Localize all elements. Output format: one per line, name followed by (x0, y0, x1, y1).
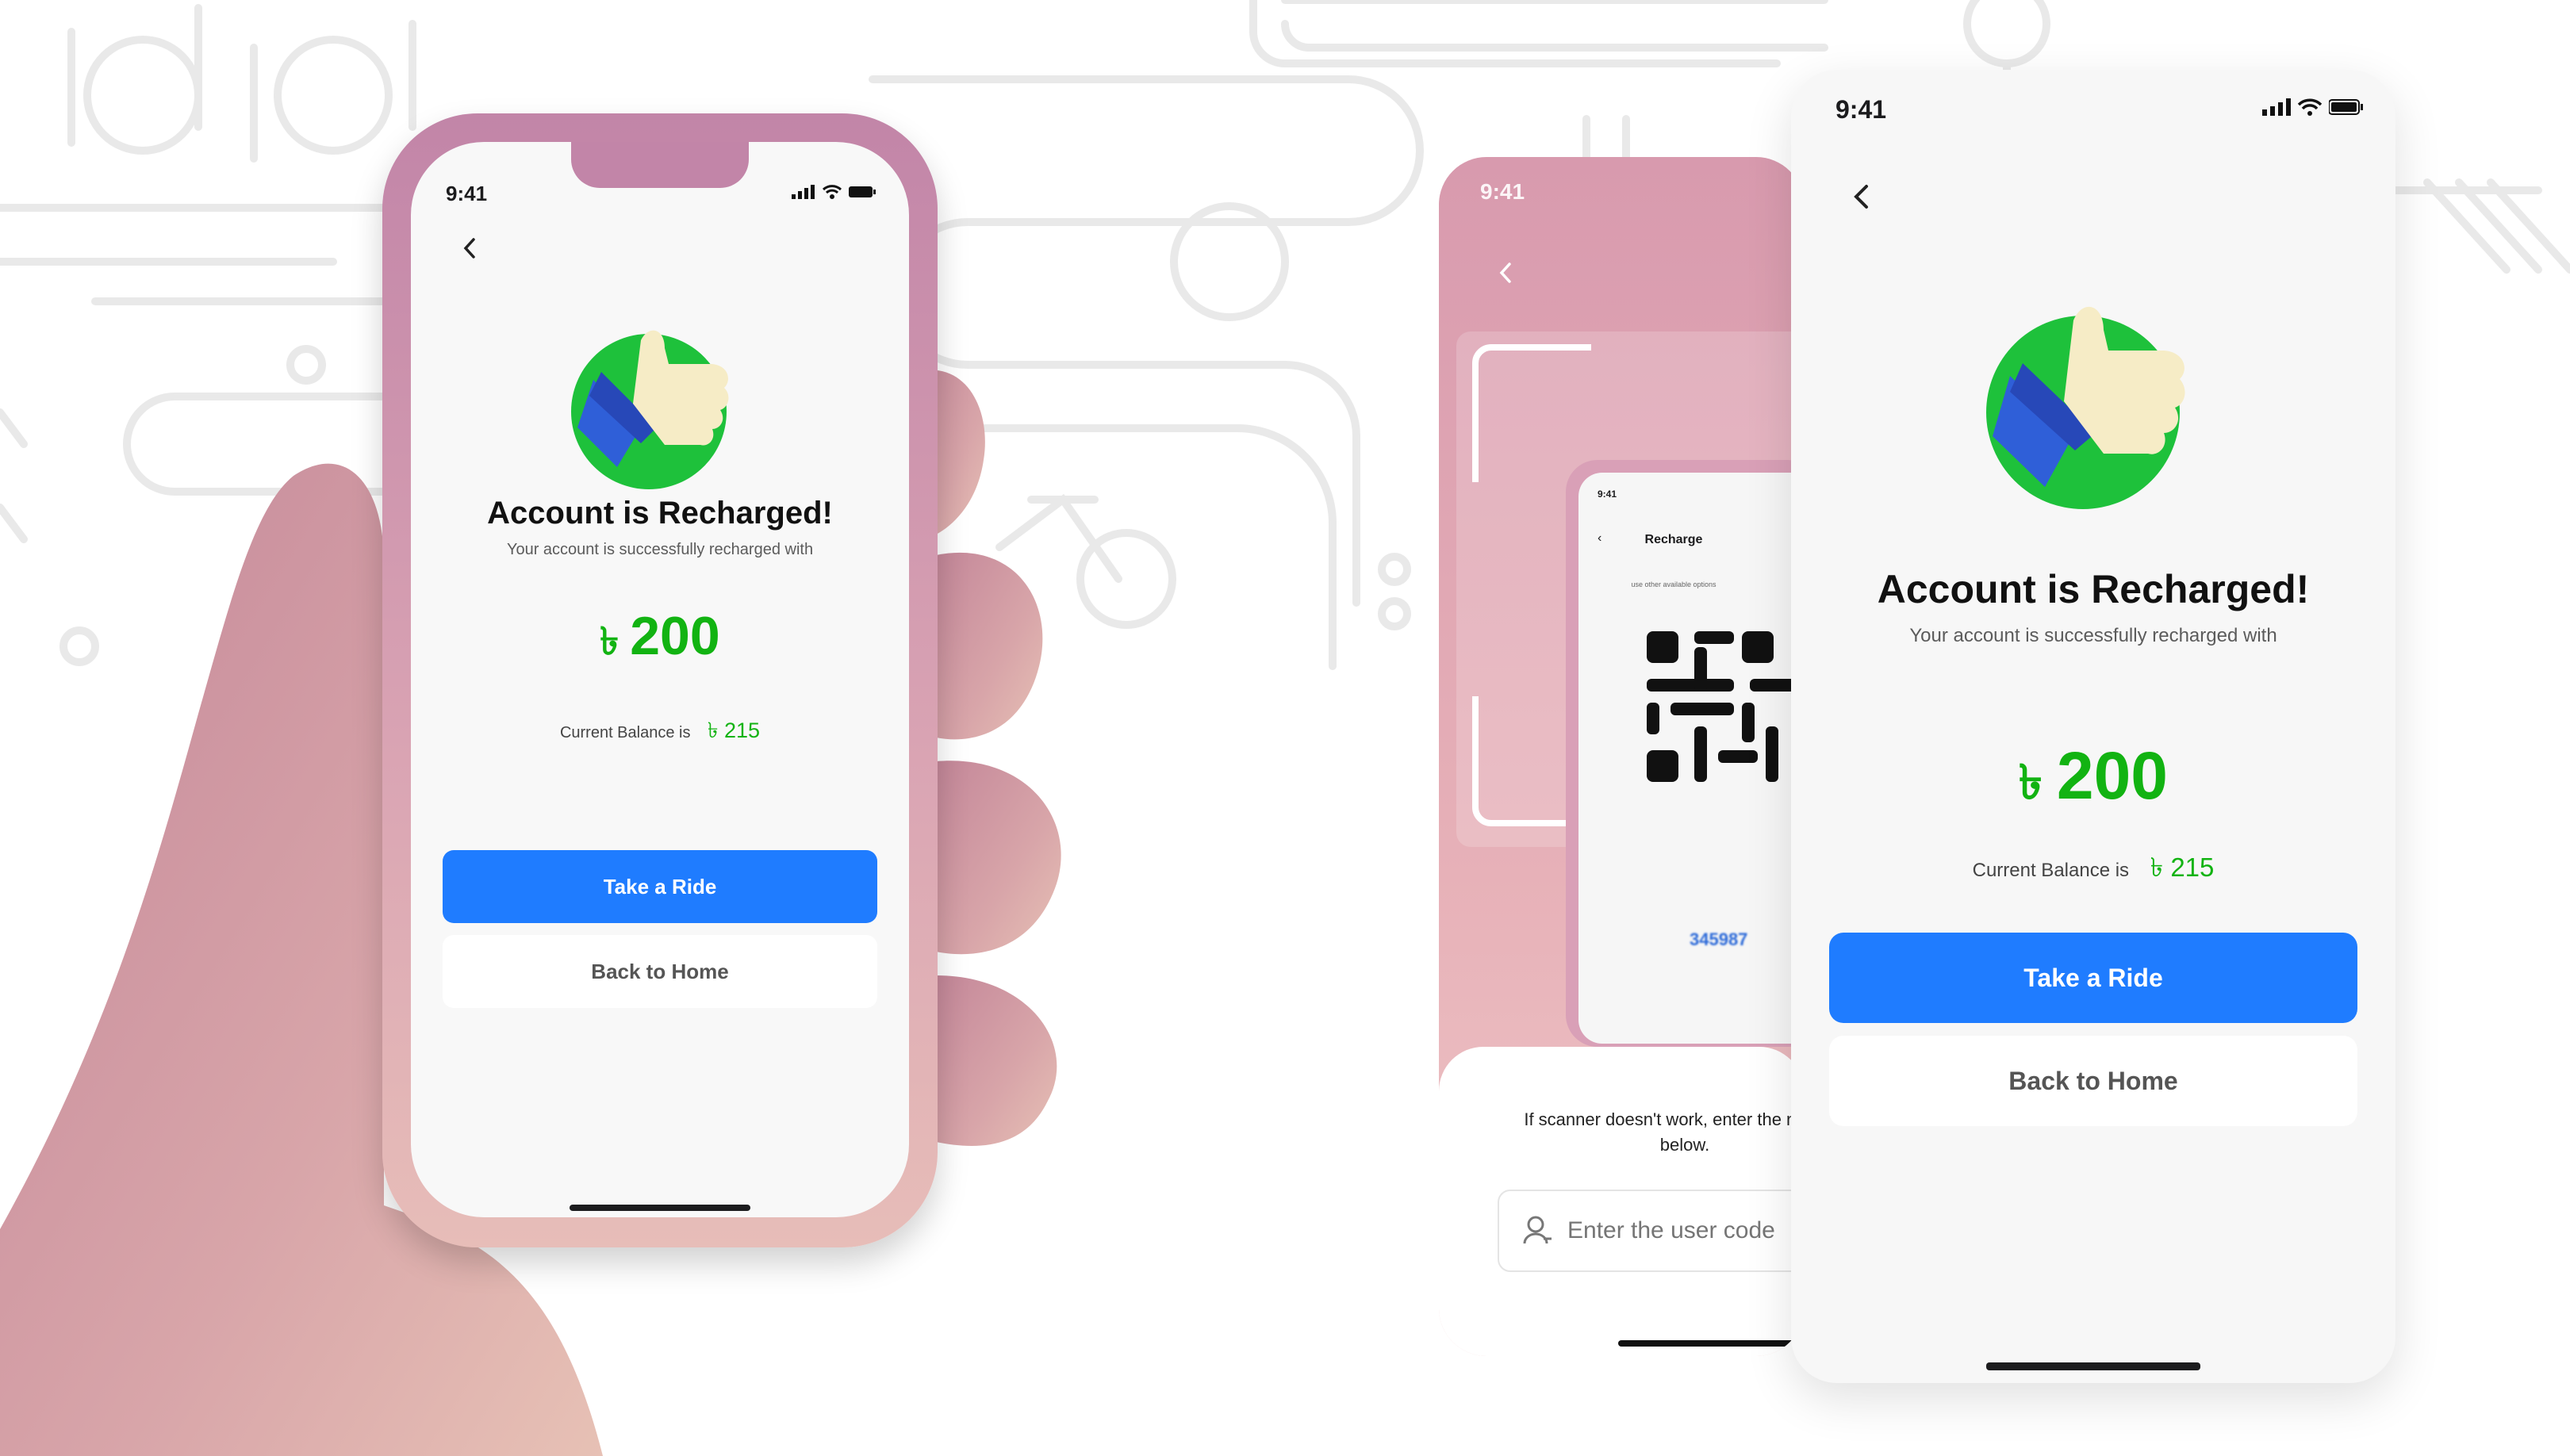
back-button[interactable] (1486, 254, 1525, 292)
balance-value: ৳ 215 (708, 718, 760, 742)
wifi-icon (2297, 98, 2323, 116)
take-ride-button[interactable]: Take a Ride (1829, 933, 2357, 1023)
signal-icon (2262, 98, 2291, 116)
home-indicator (570, 1205, 750, 1211)
amount-value: 200 (630, 606, 720, 666)
user-icon (1523, 1216, 1552, 1244)
take-ride-button[interactable]: Take a Ride (443, 850, 877, 923)
back-icon (1854, 185, 1868, 209)
battery-icon (2329, 99, 2363, 115)
back-icon (463, 238, 475, 259)
right-phone-frame: 9:41 Account is Recharged! Your account … (1791, 70, 2395, 1383)
scanned-phone: 9:41 ‹ Recharge use other available opti… (1566, 460, 1804, 1047)
balance-currency: ৳ (2150, 853, 2164, 882)
current-balance: Current Balance is ৳ 215 (411, 715, 909, 750)
signal-icon (792, 185, 815, 199)
balance-currency: ৳ (708, 718, 719, 742)
home-indicator (1986, 1362, 2200, 1370)
thumbs-up-illustration (571, 330, 729, 489)
amount-value: 200 (2056, 738, 2169, 813)
scanned-phone-screen: 9:41 ‹ Recharge use other available opti… (1578, 473, 1804, 1044)
inner-title: Recharge (1644, 533, 1703, 546)
balance-amount: 215 (2170, 853, 2215, 882)
inner-hint: use other available options (1631, 580, 1717, 588)
battery-icon (849, 186, 876, 197)
status-bar: 9:41 (411, 142, 909, 205)
scanner-phone-frame: 9:41 9:41 ‹ Recharge use other available… (1439, 157, 1804, 1356)
current-balance: Current Balance is ৳ 215 (1791, 847, 2395, 891)
thumbs-up-illustration (1986, 306, 2185, 509)
balance-label: Current Balance is (559, 724, 691, 741)
helper-text: If scanner doesn't work, enter the numbe… (1524, 1109, 1804, 1155)
recharge-amount: ৳ 200 (1791, 738, 2395, 826)
home-indicator (1618, 1340, 1801, 1347)
balance-amount: 215 (724, 718, 761, 742)
inner-status-time: 9:41 (1598, 489, 1617, 500)
wifi-icon (822, 185, 842, 199)
page-subtitle: Your account is successfully recharged w… (1909, 625, 2277, 646)
status-icons (792, 185, 877, 199)
page-subtitle: Your account is successfully recharged w… (506, 541, 814, 558)
status-time: 9:41 (1480, 179, 1525, 204)
status-time: 9:41 (446, 182, 488, 205)
currency-symbol: ৳ (2018, 756, 2043, 809)
back-icon (1499, 262, 1511, 283)
user-code-field[interactable] (1498, 1190, 1804, 1272)
left-phone-screen: 9:41 Account is Recharged! Your account … (411, 142, 909, 1217)
page-title: Account is Recharged! (1877, 567, 2310, 611)
inner-code-value: 345987 (1690, 929, 1748, 949)
page-title: Account is Recharged! (487, 496, 833, 531)
user-code-input[interactable] (1566, 1217, 1804, 1245)
recharge-amount: ৳ 200 (411, 605, 909, 676)
qr-code-icon (1647, 631, 1797, 782)
back-button[interactable] (1842, 178, 1880, 216)
left-phone-frame: 9:41 Account is Recharged! Your account … (382, 113, 938, 1247)
back-home-button[interactable]: Back to Home (443, 935, 877, 1008)
back-button[interactable] (451, 229, 489, 267)
balance-value: ৳ 215 (2150, 853, 2215, 882)
balance-label: Current Balance is (1972, 860, 2130, 881)
status-time: 9:41 (1835, 95, 1887, 124)
currency-symbol: ৳ (600, 621, 619, 663)
back-home-button[interactable]: Back to Home (1829, 1036, 2357, 1126)
status-icons (2262, 98, 2365, 116)
status-bar: 9:41 (1791, 70, 2395, 133)
